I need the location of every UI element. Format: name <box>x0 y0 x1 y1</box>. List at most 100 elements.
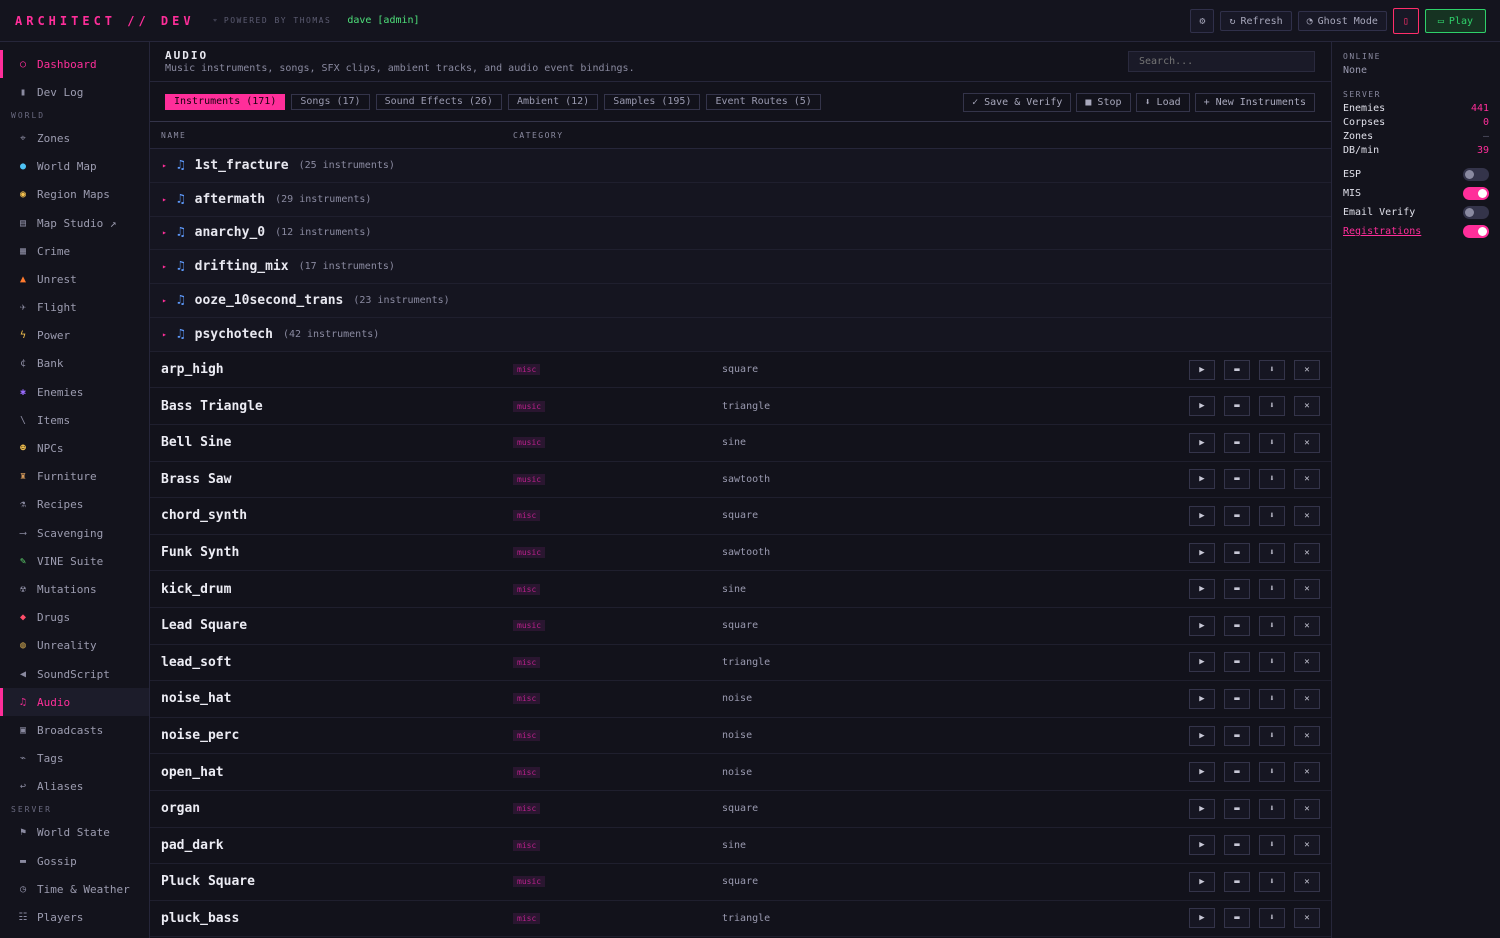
sidebar-item-zones[interactable]: ⌖ Zones <box>0 124 149 152</box>
play-icon[interactable]: ▶ <box>1189 432 1215 453</box>
table-row[interactable]: pad_dark misc sine ▶ ▬ ⬇ ✕ <box>150 828 1331 865</box>
close-icon[interactable]: ✕ <box>1294 908 1320 929</box>
download-icon[interactable]: ⬇ <box>1259 652 1285 673</box>
download-icon[interactable]: ⬇ <box>1259 432 1285 453</box>
download-icon[interactable]: ⬇ <box>1259 688 1285 709</box>
play-icon[interactable]: ▶ <box>1189 652 1215 673</box>
table-row[interactable]: noise_hat misc noise ▶ ▬ ⬇ ✕ <box>150 681 1331 718</box>
sidebar-item-region-maps[interactable]: ◉ Region Maps <box>0 181 149 209</box>
edit-icon[interactable]: ▬ <box>1224 652 1250 673</box>
edit-icon[interactable]: ▬ <box>1224 505 1250 526</box>
download-icon[interactable]: ⬇ <box>1259 798 1285 819</box>
play-icon[interactable]: ▶ <box>1189 908 1215 929</box>
expand-arrow-icon[interactable]: ▸ <box>162 195 167 204</box>
download-icon[interactable]: ⬇ <box>1259 908 1285 929</box>
expand-arrow-icon[interactable]: ▸ <box>162 330 167 339</box>
sidebar-item-enemies[interactable]: ✱ Enemies <box>0 378 149 406</box>
edit-icon[interactable]: ▬ <box>1224 432 1250 453</box>
close-icon[interactable]: ✕ <box>1294 725 1320 746</box>
table-row[interactable]: lead_soft misc triangle ▶ ▬ ⬇ ✕ <box>150 645 1331 682</box>
sidebar-item-recipes[interactable]: ⚗ Recipes <box>0 491 149 519</box>
play-icon[interactable]: ▶ <box>1189 542 1215 563</box>
instrument-group[interactable]: ▸ ♫ aftermath (29 instruments) <box>150 182 1331 217</box>
edit-icon[interactable]: ▬ <box>1224 359 1250 380</box>
instrument-group[interactable]: ▸ ♫ 1st_fracture (25 instruments) <box>150 149 1331 183</box>
download-icon[interactable]: ⬇ <box>1259 835 1285 856</box>
play-button[interactable]: ▭ Play <box>1424 9 1486 33</box>
tab-samples[interactable]: Samples (195) <box>604 93 701 110</box>
search-input[interactable] <box>1128 51 1315 72</box>
email-verify-toggle-switch[interactable] <box>1463 206 1489 219</box>
sidebar-item-world-state[interactable]: ⚑ World State <box>0 819 149 847</box>
instrument-group[interactable]: ▸ ♫ anarchy_0 (12 instruments) <box>150 216 1331 251</box>
close-icon[interactable]: ✕ <box>1294 469 1320 490</box>
close-icon[interactable]: ✕ <box>1294 871 1320 892</box>
table-row[interactable]: Funk Synth music sawtooth ▶ ▬ ⬇ ✕ <box>150 535 1331 572</box>
close-icon[interactable]: ✕ <box>1294 579 1320 600</box>
play-icon[interactable]: ▶ <box>1189 505 1215 526</box>
download-icon[interactable]: ⬇ <box>1259 469 1285 490</box>
table-row[interactable]: Bass Triangle music triangle ▶ ▬ ⬇ ✕ <box>150 388 1331 425</box>
edit-icon[interactable]: ▬ <box>1224 871 1250 892</box>
sidebar-item-mutations[interactable]: ☢ Mutations <box>0 575 149 603</box>
instrument-group[interactable]: ▸ ♫ psychotech (42 instruments) <box>150 317 1331 352</box>
edit-icon[interactable]: ▬ <box>1224 579 1250 600</box>
play-icon[interactable]: ▶ <box>1189 762 1215 783</box>
table-row[interactable]: Lead Square music square ▶ ▬ ⬇ ✕ <box>150 608 1331 645</box>
sidebar-item-broadcasts[interactable]: ▣ Broadcasts <box>0 716 149 744</box>
download-icon[interactable]: ⬇ <box>1259 762 1285 783</box>
sidebar-item-world-map[interactable]: ● World Map <box>0 153 149 181</box>
settings-button[interactable]: ⚙ <box>1190 9 1215 33</box>
play-icon[interactable]: ▶ <box>1189 396 1215 417</box>
sidebar-item-dashboard[interactable]: ○ Dashboard <box>0 50 149 79</box>
sidebar-item-items[interactable]: \ Items <box>0 406 149 434</box>
sidebar-item-furniture[interactable]: ♜ Furniture <box>0 463 149 491</box>
ghost-mode-button[interactable]: ◔ Ghost Mode <box>1297 11 1387 31</box>
table-row[interactable]: chord_synth misc square ▶ ▬ ⬇ ✕ <box>150 498 1331 535</box>
play-icon[interactable]: ▶ <box>1189 871 1215 892</box>
edit-icon[interactable]: ▬ <box>1224 469 1250 490</box>
sidebar-item-vine-suite[interactable]: ✎ VINE Suite <box>0 547 149 575</box>
close-icon[interactable]: ✕ <box>1294 359 1320 380</box>
close-icon[interactable]: ✕ <box>1294 396 1320 417</box>
close-icon[interactable]: ✕ <box>1294 542 1320 563</box>
sidebar-item-unrest[interactable]: ▲ Unrest <box>0 265 149 293</box>
table-row[interactable]: Pluck Square music square ▶ ▬ ⬇ ✕ <box>150 864 1331 901</box>
play-icon[interactable]: ▶ <box>1189 798 1215 819</box>
sidebar-item-dev-log[interactable]: ▮ Dev Log <box>0 78 149 106</box>
column-name[interactable]: NAME <box>161 131 513 140</box>
table-row[interactable]: Bell Sine music sine ▶ ▬ ⬇ ✕ <box>150 425 1331 462</box>
new-instrument-button[interactable]: + New Instruments <box>1194 93 1315 112</box>
column-category[interactable]: CATEGORY <box>513 131 564 140</box>
refresh-button[interactable]: ↻ Refresh <box>1220 11 1292 31</box>
stop-button[interactable]: ■ Stop <box>1076 93 1131 112</box>
instrument-group[interactable]: ▸ ♫ drifting_mix (17 instruments) <box>150 250 1331 285</box>
edit-icon[interactable]: ▬ <box>1224 908 1250 929</box>
close-icon[interactable]: ✕ <box>1294 798 1320 819</box>
expand-arrow-icon[interactable]: ▸ <box>162 228 167 237</box>
play-icon[interactable]: ▶ <box>1189 835 1215 856</box>
table-row[interactable]: open_hat misc noise ▶ ▬ ⬇ ✕ <box>150 754 1331 791</box>
table-row[interactable]: pluck_bass misc triangle ▶ ▬ ⬇ ✕ <box>150 901 1331 938</box>
download-icon[interactable]: ⬇ <box>1259 359 1285 380</box>
download-icon[interactable]: ⬇ <box>1259 505 1285 526</box>
sidebar-item-tags[interactable]: ⌁ Tags <box>0 745 149 773</box>
edit-icon[interactable]: ▬ <box>1224 542 1250 563</box>
sidebar-item-gossip[interactable]: ▬ Gossip <box>0 847 149 875</box>
sidebar-item-power[interactable]: ϟ Power <box>0 322 149 350</box>
table-row[interactable]: Brass Saw music sawtooth ▶ ▬ ⬇ ✕ <box>150 462 1331 499</box>
download-icon[interactable]: ⬇ <box>1259 871 1285 892</box>
save-verify-button[interactable]: ✓ Save & Verify <box>963 93 1072 112</box>
stop-server-button[interactable]: ▯ <box>1392 8 1419 34</box>
tab-sound-effects[interactable]: Sound Effects (26) <box>375 93 502 110</box>
tab-event-routes[interactable]: Event Routes (5) <box>706 93 821 110</box>
download-icon[interactable]: ⬇ <box>1259 542 1285 563</box>
edit-icon[interactable]: ▬ <box>1224 688 1250 709</box>
close-icon[interactable]: ✕ <box>1294 688 1320 709</box>
edit-icon[interactable]: ▬ <box>1224 762 1250 783</box>
sidebar-item-time-weather[interactable]: ◷ Time & Weather <box>0 875 149 903</box>
sidebar-item-bank[interactable]: ¢ Bank <box>0 350 149 378</box>
play-icon[interactable]: ▶ <box>1189 579 1215 600</box>
sidebar-item-unreality[interactable]: ◍ Unreality <box>0 632 149 660</box>
mis-toggle-switch[interactable] <box>1463 187 1489 200</box>
